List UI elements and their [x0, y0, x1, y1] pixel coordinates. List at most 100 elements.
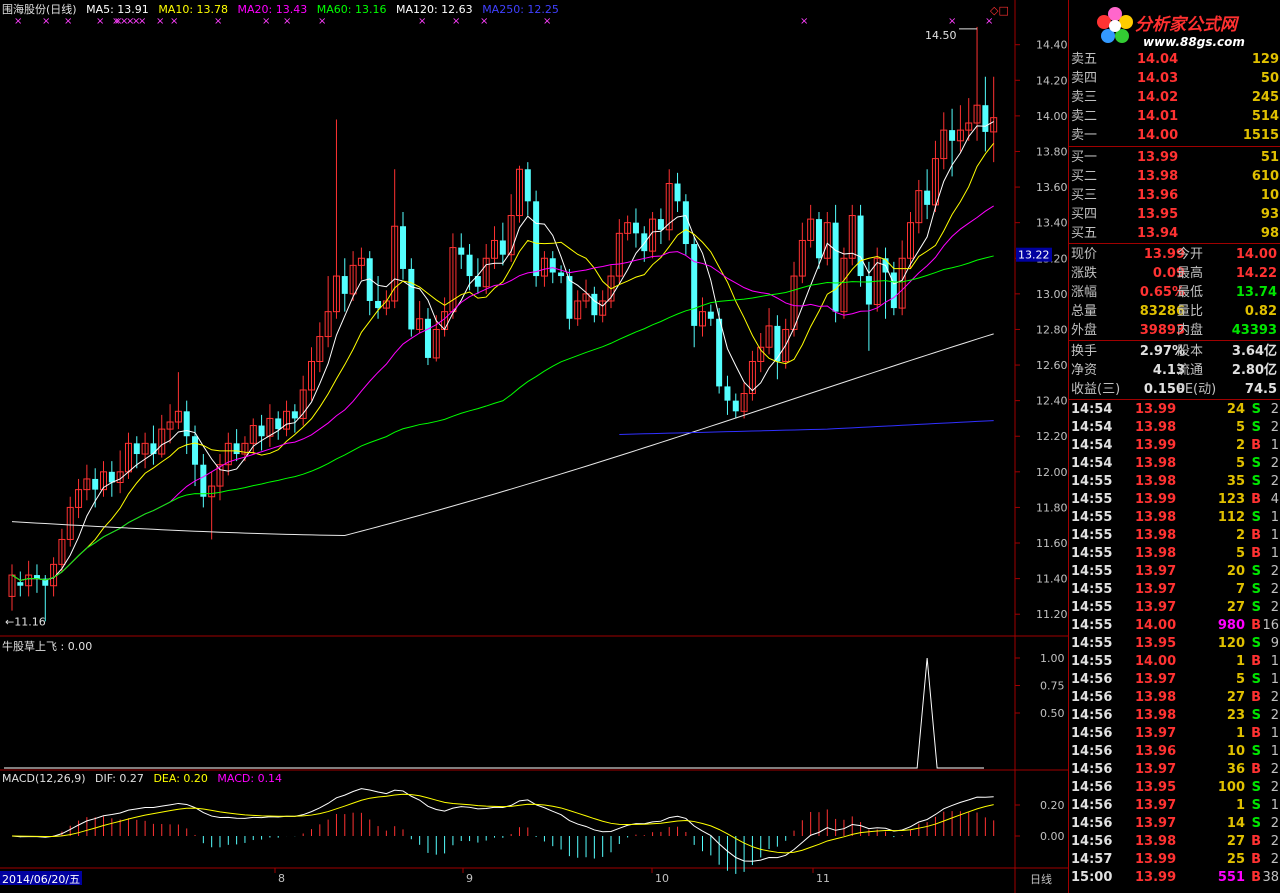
tick-row[interactable]: 14:57 13.99 25 B 2	[1069, 851, 1280, 869]
tick-direction: B	[1251, 654, 1261, 669]
tick-price: 13.97	[1135, 726, 1177, 741]
tick-time: 14:55	[1071, 564, 1113, 579]
tick-row[interactable]: 14:55 13.98 2 B 1	[1069, 527, 1280, 545]
tick-direction: S	[1251, 510, 1261, 525]
tick-row[interactable]: 14:55 13.95 120 S 9	[1069, 635, 1280, 653]
tick-volume: 20	[1226, 564, 1245, 579]
tick-row[interactable]: 14:56 13.95 100 S 2	[1069, 779, 1280, 797]
tick-row[interactable]: 14:55 13.98 112 S 1	[1069, 509, 1280, 527]
stat-value: 0.82	[1244, 304, 1277, 319]
tick-row[interactable]: 14:56 13.98 23 S 2	[1069, 707, 1280, 725]
tick-row[interactable]: 14:55 13.99 123 B 4	[1069, 491, 1280, 509]
buy-row[interactable]: 买二 13.98 610	[1071, 168, 1279, 186]
tick-count: 2	[1270, 420, 1279, 435]
tick-row[interactable]: 14:55 13.98 35 S 2	[1069, 473, 1280, 491]
tick-direction: S	[1251, 798, 1261, 813]
tick-direction: B	[1251, 438, 1261, 453]
sell-row[interactable]: 卖四 14.03 50	[1071, 70, 1279, 88]
signal-marker: ×	[418, 16, 426, 27]
tick-count: 38	[1262, 870, 1279, 885]
tick-row[interactable]: 14:55 13.97 20 S 2	[1069, 563, 1280, 581]
buy-row[interactable]: 买四 13.95 93	[1071, 206, 1279, 224]
tick-row[interactable]: 14:56 13.97 5 S 1	[1069, 671, 1280, 689]
tick-row[interactable]: 14:56 13.98 27 B 2	[1069, 833, 1280, 851]
sell-row[interactable]: 卖二 14.01 514	[1071, 108, 1279, 126]
ma20-label: MA20: 13.43	[237, 3, 308, 16]
ma120-line	[11, 333, 994, 536]
sell-row[interactable]: 卖五 14.04 129	[1071, 51, 1279, 69]
tick-count: 1	[1270, 438, 1279, 453]
tick-row[interactable]: 14:55 14.00 980 B 16	[1069, 617, 1280, 635]
ma10-line	[11, 142, 995, 581]
month-label: 9	[466, 872, 473, 885]
candle-down	[17, 582, 24, 586]
candle-down	[275, 418, 282, 430]
tick-row[interactable]: 14:56 13.97 1 B 1	[1069, 725, 1280, 743]
signal-marker: ×	[156, 16, 164, 27]
tick-volume: 551	[1217, 870, 1245, 885]
signal-marker: ×	[452, 16, 460, 27]
indicator-tick-label: 1.00	[1040, 652, 1065, 665]
tick-row[interactable]: 14:56 13.96 10 S 1	[1069, 743, 1280, 761]
ma5-line	[11, 121, 994, 581]
price-tick-label: 13.40	[1036, 217, 1068, 230]
tick-row[interactable]: 14:55 14.00 1 B 1	[1069, 653, 1280, 671]
tick-count: 1	[1270, 510, 1279, 525]
fundamental-stat-row: 换手 2.97% 股本 3.64亿	[1071, 342, 1279, 361]
signal-marker: ×	[138, 16, 146, 27]
candle-down	[424, 318, 431, 358]
tick-row[interactable]: 14:54 13.99 24 S 2	[1069, 401, 1280, 419]
tick-time: 14:57	[1071, 852, 1113, 867]
date-tab[interactable]: 2014/06/20/五	[0, 871, 83, 886]
ma5-label: MA5: 13.91	[86, 3, 149, 16]
candle-down	[524, 169, 531, 202]
tick-row[interactable]: 14:55 13.97 7 S 2	[1069, 581, 1280, 599]
stat-label: 外盘	[1071, 323, 1098, 338]
tick-direction: S	[1251, 582, 1261, 597]
tick-time: 14:56	[1071, 762, 1113, 777]
tick-row[interactable]: 14:54 13.98 5 S 2	[1069, 419, 1280, 437]
candle-down	[499, 240, 506, 255]
tick-time: 14:54	[1071, 438, 1113, 453]
ma250-line	[619, 420, 994, 435]
tick-row[interactable]: 14:54 13.99 2 B 1	[1069, 437, 1280, 455]
buy-row[interactable]: 买五 13.94 98	[1071, 225, 1279, 243]
tick-direction: S	[1251, 456, 1261, 471]
tick-price: 13.97	[1135, 582, 1177, 597]
tick-row[interactable]: 14:56 13.97 14 S 2	[1069, 815, 1280, 833]
tick-row[interactable]: 14:55 13.97 27 S 2	[1069, 599, 1280, 617]
buy-row[interactable]: 买三 13.96 10	[1071, 187, 1279, 205]
candle-down	[566, 276, 573, 319]
candle-down	[150, 443, 157, 455]
tick-row[interactable]: 14:56 13.98 27 B 2	[1069, 689, 1280, 707]
tick-direction: B	[1251, 618, 1261, 633]
buy-row[interactable]: 买一 13.99 51	[1071, 149, 1279, 167]
sell-row[interactable]: 卖一 14.00 1515	[1071, 127, 1279, 145]
sell-volume: 129	[1251, 52, 1279, 67]
tick-row[interactable]: 14:56 13.97 1 S 1	[1069, 797, 1280, 815]
signal-marker: ×	[948, 16, 956, 27]
sell-row[interactable]: 卖三 14.02 245	[1071, 89, 1279, 107]
ma60-label: MA60: 13.16	[316, 3, 387, 16]
tick-row[interactable]: 14:55 13.98 5 B 1	[1069, 545, 1280, 563]
tick-volume: 10	[1226, 744, 1245, 759]
tick-direction: S	[1251, 402, 1261, 417]
tick-row[interactable]: 15:00 13.99 551 B 38	[1069, 869, 1280, 887]
buy-level-label: 买一	[1071, 150, 1098, 165]
kline-chart[interactable]: 14.4014.2014.0013.8013.6013.4013.2013.00…	[0, 0, 1068, 893]
period-tab[interactable]: 日线	[1030, 871, 1052, 887]
tick-time: 14:55	[1071, 654, 1113, 669]
tick-direction: B	[1251, 852, 1261, 867]
tick-count: 1	[1270, 654, 1279, 669]
tick-price: 13.98	[1135, 690, 1177, 705]
tick-row[interactable]: 14:54 13.98 5 S 2	[1069, 455, 1280, 473]
sell-price: 14.01	[1137, 109, 1179, 124]
price-tick-label: 13.60	[1036, 181, 1068, 194]
tick-row[interactable]: 14:56 13.97 36 B 2	[1069, 761, 1280, 779]
tick-time: 14:56	[1071, 780, 1113, 795]
tick-time: 14:56	[1071, 834, 1113, 849]
stat-label: 总量	[1071, 304, 1098, 319]
signal-marker: ×	[985, 16, 993, 27]
tick-price: 13.98	[1135, 510, 1177, 525]
buy-price: 13.99	[1137, 150, 1179, 165]
